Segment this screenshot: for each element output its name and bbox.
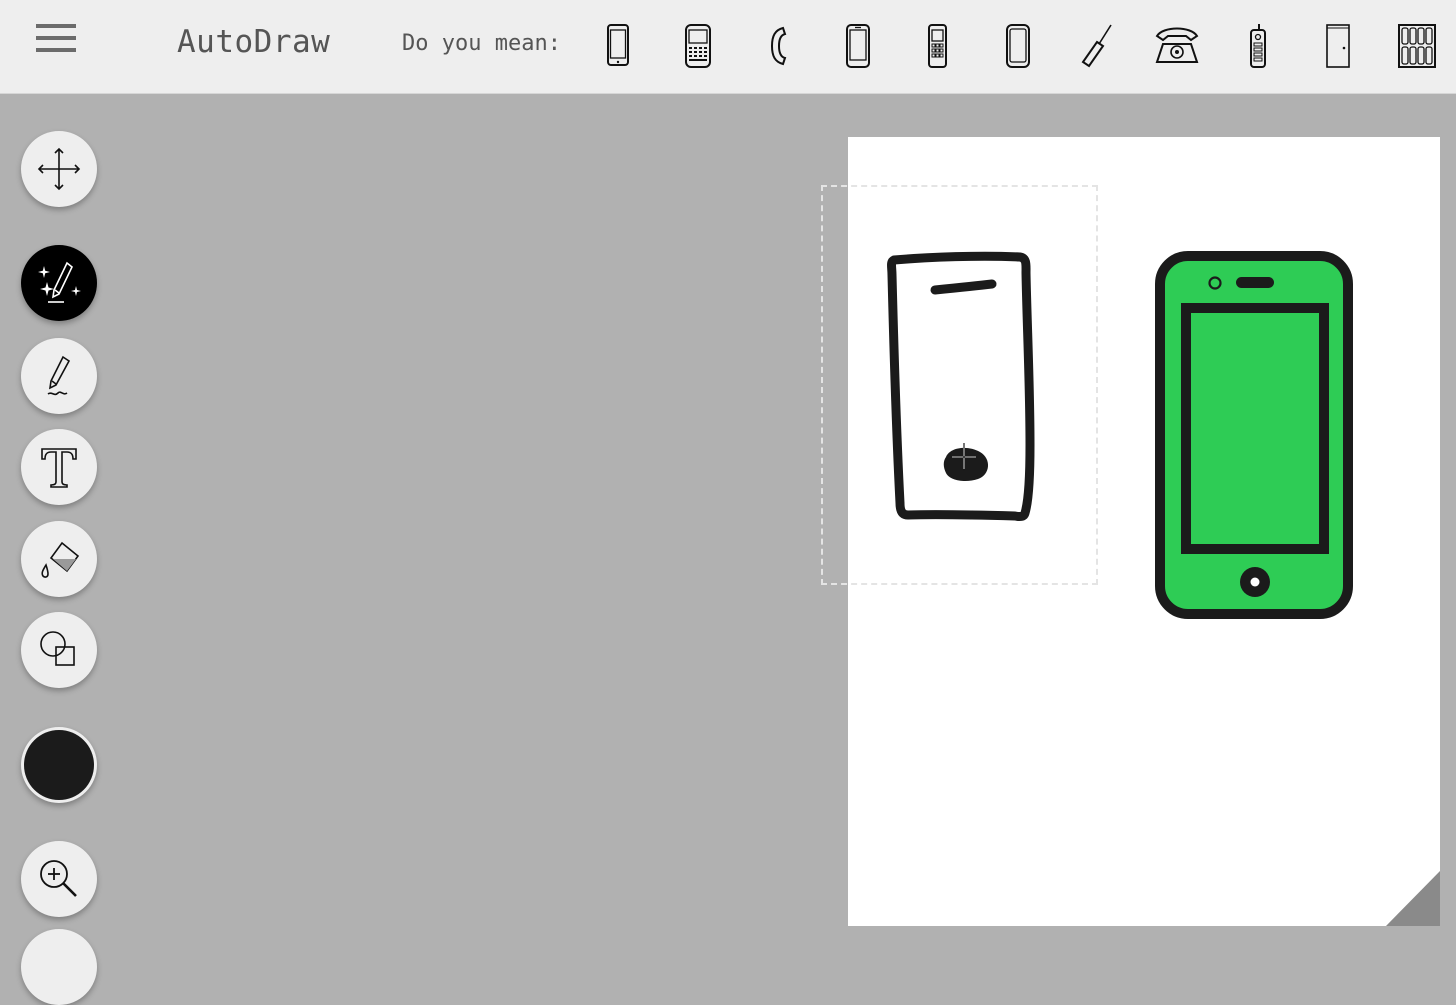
suggestion-prompt: Do you mean: (402, 31, 561, 56)
fill-tool-button[interactable] (21, 521, 97, 597)
zoom-out-button[interactable] (21, 929, 97, 1005)
suggestion-keyboard-grid-icon[interactable] (1389, 18, 1445, 74)
zoom-in-button[interactable] (21, 841, 97, 917)
shape-tool-button[interactable] (21, 612, 97, 688)
smartphone-illustration[interactable] (1150, 248, 1360, 623)
current-color-swatch (24, 730, 94, 800)
color-picker-button[interactable] (21, 727, 97, 803)
move-icon (37, 147, 81, 191)
suggestion-smartphone-icon[interactable] (589, 18, 645, 74)
suggestion-smartphone-icon[interactable] (989, 18, 1045, 74)
pencil-icon (47, 355, 71, 396)
suggestion-rotary-telephone-icon[interactable] (1149, 18, 1205, 74)
hand-drawn-phone-sketch[interactable] (880, 245, 1040, 535)
suggestion-qwerty-phone-icon[interactable] (669, 18, 725, 74)
suggestion-smartphone-icon[interactable] (829, 18, 885, 74)
autodraw-icon (38, 261, 81, 303)
top-bar: AutoDraw Do you mean: (0, 0, 1456, 94)
hamburger-menu-icon[interactable] (36, 24, 78, 64)
draw-tool-button[interactable] (21, 338, 97, 414)
suggestion-walkie-talkie-icon[interactable] (1229, 18, 1285, 74)
suggestion-keypad-phone-icon[interactable] (909, 18, 965, 74)
suggestion-phone-handset-icon[interactable] (749, 18, 805, 74)
text-icon (41, 448, 77, 488)
zoom-in-icon (40, 860, 77, 897)
suggestion-toothbrush-icon[interactable] (1069, 18, 1125, 74)
autodraw-tool-button[interactable] (21, 245, 97, 321)
page-corner-fold (1386, 871, 1440, 926)
text-tool-button[interactable] (21, 429, 97, 505)
app-title: AutoDraw (177, 24, 331, 60)
shapes-icon (40, 631, 75, 666)
paint-bucket-icon (41, 541, 80, 578)
suggestion-door-icon[interactable] (1309, 18, 1365, 74)
move-tool-button[interactable] (21, 131, 97, 207)
